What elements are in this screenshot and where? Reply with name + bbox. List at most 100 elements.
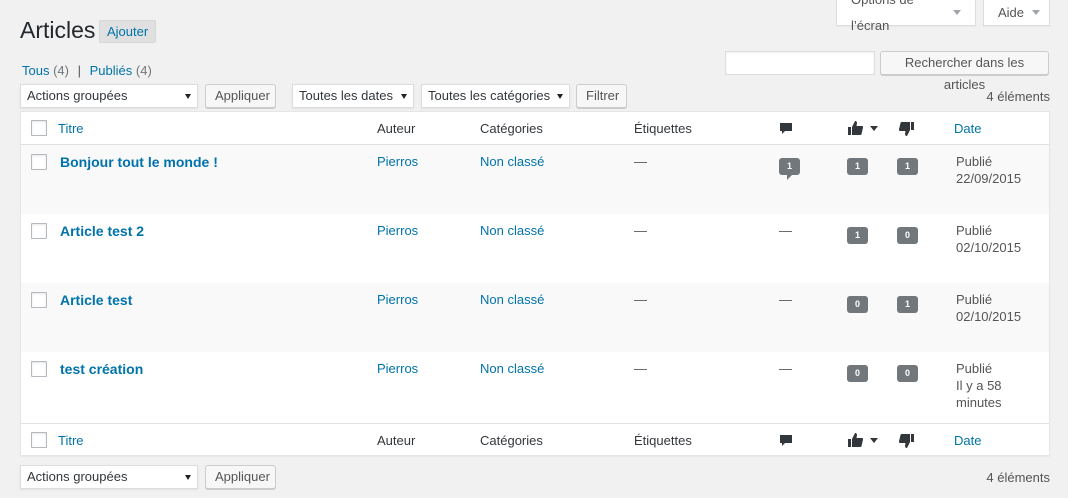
- likes-count-badge: 0: [847, 365, 868, 382]
- apply-button-bottom[interactable]: Appliquer: [205, 465, 276, 489]
- post-author-link[interactable]: Pierros: [377, 361, 418, 376]
- bulk-actions-select-bottom[interactable]: Actions groupées: [20, 465, 198, 489]
- row-checkbox[interactable]: [31, 154, 47, 170]
- chevron-down-icon: [1032, 10, 1041, 15]
- chevron-down-icon: [953, 10, 961, 15]
- column-categories-footer: Catégories: [480, 433, 543, 448]
- post-tags: —: [634, 361, 647, 376]
- likes-count-badge: 0: [847, 296, 868, 313]
- sort-chevron-icon[interactable]: [870, 126, 878, 131]
- post-category-link[interactable]: Non classé: [480, 361, 544, 376]
- view-published-link[interactable]: Publiés: [90, 63, 133, 78]
- post-date: Publié 02/10/2015: [956, 291, 1036, 325]
- post-author-link[interactable]: Pierros: [377, 154, 418, 169]
- posts-table: Titre Auteur Catégories Étiquettes Date …: [20, 111, 1050, 456]
- post-tags: —: [634, 292, 647, 307]
- post-title-link[interactable]: Article test 2: [60, 223, 144, 239]
- post-tags: —: [634, 223, 647, 238]
- search-input[interactable]: [725, 51, 875, 75]
- comment-count-empty: —: [779, 361, 792, 376]
- dates-filter-select[interactable]: Toutes les dates: [292, 84, 414, 108]
- view-all-link[interactable]: Tous: [22, 63, 49, 78]
- post-author-link[interactable]: Pierros: [377, 292, 418, 307]
- post-tags: —: [634, 154, 647, 169]
- row-checkbox[interactable]: [31, 223, 47, 239]
- column-author-footer: Auteur: [377, 433, 416, 448]
- items-count-top: 4 éléments: [986, 89, 1050, 104]
- post-date-status: Publié: [956, 154, 993, 169]
- post-date-status: Publié: [956, 223, 993, 238]
- thumbs-down-icon[interactable]: [899, 122, 914, 136]
- thumbs-down-icon[interactable]: [899, 434, 914, 448]
- likes-count-badge: 1: [847, 227, 868, 244]
- bulk-actions-select-top[interactable]: Actions groupées: [20, 84, 198, 108]
- comment-count-empty: —: [779, 292, 792, 307]
- search-button[interactable]: Rechercher dans les articles: [880, 51, 1049, 92]
- post-category-link[interactable]: Non classé: [480, 292, 544, 307]
- view-separator: |: [77, 63, 81, 78]
- post-date: Publié Il y a 58 minutes: [956, 360, 1034, 411]
- chevron-down-icon: [401, 94, 407, 99]
- post-title-link[interactable]: Bonjour tout le monde !: [60, 154, 218, 170]
- dislikes-count-badge: 0: [897, 227, 918, 244]
- table-row: Bonjour tout le monde ! Pierros Non clas…: [21, 145, 1049, 214]
- comment-icon[interactable]: [779, 434, 793, 448]
- thumbs-up-icon[interactable]: [848, 433, 863, 447]
- post-date-status: Publié: [956, 292, 993, 307]
- view-published-count: (4): [135, 63, 152, 78]
- post-category-link[interactable]: Non classé: [480, 223, 544, 238]
- table-row: Article test Pierros Non classé — — 0 1 …: [21, 283, 1049, 352]
- table-row: Article test 2 Pierros Non classé — — 1 …: [21, 214, 1049, 283]
- post-date-value: 02/10/2015: [956, 240, 1022, 255]
- comment-icon[interactable]: [779, 122, 793, 136]
- chevron-down-icon: [185, 475, 191, 480]
- post-date-value: 02/10/2015: [956, 309, 1022, 324]
- column-categories-header: Catégories: [480, 121, 543, 136]
- post-title-link[interactable]: test création: [60, 361, 143, 377]
- table-header: Titre Auteur Catégories Étiquettes Date: [21, 112, 1049, 145]
- select-all-checkbox[interactable]: [31, 120, 47, 136]
- post-category-link[interactable]: Non classé: [480, 154, 544, 169]
- column-date-header[interactable]: Date: [954, 121, 981, 136]
- column-tags-footer: Étiquettes: [634, 433, 692, 448]
- dislikes-count-badge: 1: [897, 296, 918, 313]
- post-date-value: 22/09/2015: [956, 171, 1022, 186]
- sort-chevron-icon[interactable]: [870, 438, 878, 443]
- dislikes-count-badge: 1: [897, 158, 918, 175]
- post-date: Publié 22/09/2015: [956, 153, 1036, 187]
- chevron-down-icon: [185, 94, 191, 99]
- column-date-footer[interactable]: Date: [954, 433, 981, 448]
- column-tags-header: Étiquettes: [634, 121, 692, 136]
- column-title-header[interactable]: Titre: [58, 121, 84, 136]
- help-label: Aide: [998, 4, 1025, 20]
- row-checkbox[interactable]: [31, 292, 47, 308]
- apply-button-top[interactable]: Appliquer: [205, 84, 276, 108]
- row-checkbox[interactable]: [31, 361, 47, 377]
- comment-count-bubble[interactable]: 1: [779, 158, 800, 180]
- likes-count-badge: 1: [847, 158, 868, 175]
- post-date: Publié 02/10/2015: [956, 222, 1036, 256]
- chevron-down-icon: [557, 94, 563, 99]
- add-new-button[interactable]: Ajouter: [99, 20, 157, 43]
- status-views: Tous (4) | Publiés (4): [22, 63, 152, 78]
- column-author-header: Auteur: [377, 121, 416, 136]
- post-date-status: Publié: [956, 361, 993, 376]
- table-footer: Titre Auteur Catégories Étiquettes Date: [21, 423, 1049, 456]
- help-button[interactable]: Aide: [983, 0, 1050, 26]
- comment-count-empty: —: [779, 223, 792, 238]
- view-all-count: (4): [53, 63, 69, 78]
- column-title-footer[interactable]: Titre: [58, 433, 84, 448]
- select-all-checkbox[interactable]: [31, 432, 47, 448]
- thumbs-up-icon[interactable]: [848, 121, 863, 135]
- post-date-value: Il y a 58 minutes: [956, 378, 1002, 410]
- screen-options-button[interactable]: Options de l’écran: [836, 0, 976, 33]
- categories-filter-select[interactable]: Toutes les catégories: [421, 84, 570, 108]
- items-count-bottom: 4 éléments: [986, 470, 1050, 485]
- post-title-link[interactable]: Article test: [60, 292, 132, 308]
- post-author-link[interactable]: Pierros: [377, 223, 418, 238]
- dislikes-count-badge: 0: [897, 365, 918, 382]
- page-title: Articles: [20, 17, 96, 43]
- screen-options-label: Options de l’écran: [851, 0, 914, 33]
- filter-button[interactable]: Filtrer: [576, 84, 627, 108]
- table-row: test création Pierros Non classé — — 0 0…: [21, 352, 1049, 423]
